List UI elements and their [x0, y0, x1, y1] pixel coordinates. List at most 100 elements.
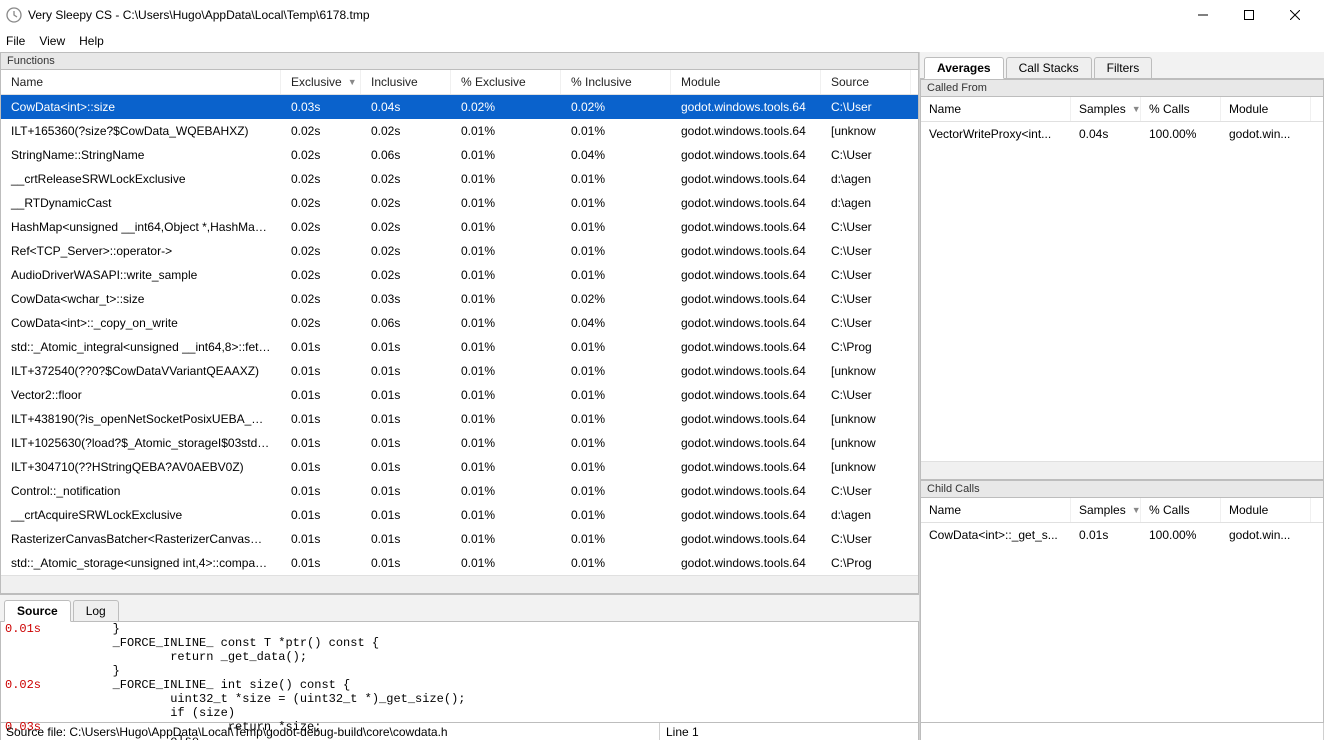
cell-excl: 0.01s — [281, 527, 361, 551]
cell-mod: godot.windows.tools.64 — [671, 455, 821, 479]
called-from-body[interactable]: VectorWriteProxy<int...0.04s100.00%godot… — [921, 122, 1323, 461]
table-row[interactable]: Control::_notification0.01s0.01s0.01%0.0… — [1, 479, 918, 503]
functions-hscroll[interactable] — [1, 575, 918, 593]
table-row[interactable]: CowData<wchar_t>::size0.02s0.03s0.01%0.0… — [1, 287, 918, 311]
source-line: } — [1, 664, 918, 678]
col-inclusive[interactable]: Inclusive — [361, 70, 451, 94]
cf-col-samples[interactable]: Samples▼ — [1071, 97, 1141, 121]
cell-mod: godot.windows.tools.64 — [671, 383, 821, 407]
cell-name: Vector2::floor — [1, 383, 281, 407]
cell-pe: 0.01% — [451, 191, 561, 215]
table-row[interactable]: CowData<int>::_get_s...0.01s100.00%godot… — [921, 523, 1323, 547]
called-from-hscroll[interactable] — [921, 461, 1323, 479]
cf-col-module[interactable]: Module — [1221, 97, 1311, 121]
cc-col-name[interactable]: Name — [921, 498, 1071, 522]
cell-name: Control::_notification — [1, 479, 281, 503]
cf-col-pct[interactable]: % Calls — [1141, 97, 1221, 121]
cell-src: C:\User — [821, 263, 911, 287]
table-row[interactable]: CowData<int>::size0.03s0.04s0.02%0.02%go… — [1, 95, 918, 119]
cell-mod: godot.windows.tools.64 — [671, 119, 821, 143]
tab-filters[interactable]: Filters — [1094, 57, 1153, 78]
cell-src: [unknow — [821, 359, 911, 383]
cell-incl: 0.06s — [361, 143, 451, 167]
cell-excl: 0.02s — [281, 191, 361, 215]
table-row[interactable]: ILT+165360(?size?$CowData_WQEBAHXZ)0.02s… — [1, 119, 918, 143]
cell-excl: 0.01s — [281, 503, 361, 527]
cell-mod: godot.windows.tools.64 — [671, 503, 821, 527]
cell-pe: 0.01% — [451, 167, 561, 191]
col-source[interactable]: Source — [821, 70, 911, 94]
cell-pe: 0.01% — [451, 143, 561, 167]
table-row[interactable]: std::_Atomic_integral<unsigned __int64,8… — [1, 335, 918, 359]
cell-mod: godot.windows.tools.64 — [671, 335, 821, 359]
cc-col-pct[interactable]: % Calls — [1141, 498, 1221, 522]
source-line: _FORCE_INLINE_ const T *ptr() const { — [1, 636, 918, 650]
source-time — [1, 664, 55, 678]
cell-pi: 0.01% — [561, 359, 671, 383]
cell-incl: 0.01s — [361, 359, 451, 383]
table-row[interactable]: VectorWriteProxy<int...0.04s100.00%godot… — [921, 122, 1323, 146]
table-row[interactable]: Ref<TCP_Server>::operator->0.02s0.02s0.0… — [1, 239, 918, 263]
table-row[interactable]: ILT+372540(??0?$CowDataVVariantQEAAXZ)0.… — [1, 359, 918, 383]
col-name[interactable]: Name — [1, 70, 281, 94]
maximize-button[interactable] — [1226, 0, 1272, 30]
cell-samples: 0.04s — [1071, 122, 1141, 146]
table-row[interactable]: RasterizerCanvasBatcher<RasterizerCanvas… — [1, 527, 918, 551]
cell-excl: 0.02s — [281, 167, 361, 191]
menu-view[interactable]: View — [39, 34, 65, 48]
cell-incl: 0.02s — [361, 239, 451, 263]
cell-mod: godot.windows.tools.64 — [671, 527, 821, 551]
cell-name: ILT+438190(?is_openNetSocketPosixUEBA_NX… — [1, 407, 281, 431]
tab-source[interactable]: Source — [4, 600, 71, 622]
cell-pct: 100.00% — [1141, 122, 1221, 146]
source-time — [1, 636, 55, 650]
close-button[interactable] — [1272, 0, 1318, 30]
tab-callstacks[interactable]: Call Stacks — [1006, 57, 1092, 78]
minimize-button[interactable] — [1180, 0, 1226, 30]
table-row[interactable]: ILT+304710(??HStringQEBA?AV0AEBV0Z)0.01s… — [1, 455, 918, 479]
table-row[interactable]: __crtReleaseSRWLockExclusive0.02s0.02s0.… — [1, 167, 918, 191]
cell-excl: 0.02s — [281, 311, 361, 335]
source-time — [1, 650, 55, 664]
table-row[interactable]: StringName::StringName0.02s0.06s0.01%0.0… — [1, 143, 918, 167]
cell-pi: 0.01% — [561, 191, 671, 215]
cell-pct: 100.00% — [1141, 523, 1221, 547]
cc-col-pct-label: % Calls — [1149, 503, 1190, 517]
table-row[interactable]: __crtAcquireSRWLockExclusive0.01s0.01s0.… — [1, 503, 918, 527]
cell-src: C:\User — [821, 143, 911, 167]
cell-excl: 0.02s — [281, 287, 361, 311]
cell-pe: 0.01% — [451, 431, 561, 455]
cell-pi: 0.01% — [561, 119, 671, 143]
tab-log[interactable]: Log — [73, 600, 119, 621]
menu-help[interactable]: Help — [79, 34, 104, 48]
window-title: Very Sleepy CS - C:\Users\Hugo\AppData\L… — [28, 8, 1180, 22]
table-row[interactable]: ILT+438190(?is_openNetSocketPosixUEBA_NX… — [1, 407, 918, 431]
table-row[interactable]: __RTDynamicCast0.02s0.02s0.01%0.01%godot… — [1, 191, 918, 215]
table-row[interactable]: CowData<int>::_copy_on_write0.02s0.06s0.… — [1, 311, 918, 335]
cell-incl: 0.04s — [361, 95, 451, 119]
cc-col-module[interactable]: Module — [1221, 498, 1311, 522]
sort-desc-icon: ▼ — [1132, 104, 1141, 114]
cf-col-name[interactable]: Name — [921, 97, 1071, 121]
tab-averages[interactable]: Averages — [924, 57, 1004, 79]
menu-file[interactable]: File — [6, 34, 25, 48]
child-calls-header: Name Samples▼ % Calls Module — [921, 498, 1323, 523]
col-pct-inclusive[interactable]: % Inclusive — [561, 70, 671, 94]
cell-excl: 0.01s — [281, 359, 361, 383]
cell-pi: 0.01% — [561, 455, 671, 479]
child-calls-body[interactable]: CowData<int>::_get_s...0.01s100.00%godot… — [921, 523, 1323, 740]
table-row[interactable]: AudioDriverWASAPI::write_sample0.02s0.02… — [1, 263, 918, 287]
table-row[interactable]: ILT+1025630(?load?$_Atomic_storageI$03st… — [1, 431, 918, 455]
cc-col-samples[interactable]: Samples▼ — [1071, 498, 1141, 522]
table-row[interactable]: std::_Atomic_storage<unsigned int,4>::co… — [1, 551, 918, 575]
col-module[interactable]: Module — [671, 70, 821, 94]
cell-pe: 0.01% — [451, 239, 561, 263]
table-row[interactable]: Vector2::floor0.01s0.01s0.01%0.01%godot.… — [1, 383, 918, 407]
col-pct-exclusive-label: % Exclusive — [461, 75, 526, 89]
col-pct-exclusive[interactable]: % Exclusive — [451, 70, 561, 94]
functions-body[interactable]: CowData<int>::size0.03s0.04s0.02%0.02%go… — [1, 95, 918, 575]
source-time: 0.02s — [1, 678, 55, 692]
col-exclusive[interactable]: Exclusive▼ — [281, 70, 361, 94]
cell-name: CowData<wchar_t>::size — [1, 287, 281, 311]
table-row[interactable]: HashMap<unsigned __int64,Object *,HashMa… — [1, 215, 918, 239]
